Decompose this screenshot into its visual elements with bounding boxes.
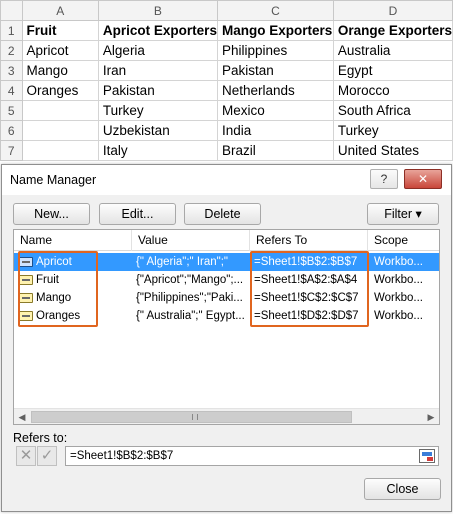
name-cell: Oranges bbox=[36, 310, 81, 322]
row-header-2[interactable]: 2 bbox=[0, 40, 23, 61]
scrollbar-thumb[interactable] bbox=[31, 411, 352, 423]
cell-a2[interactable]: Apricot bbox=[21, 40, 99, 61]
cell-b1[interactable]: Apricot Exporters bbox=[97, 20, 218, 41]
collapse-dialog-icon[interactable] bbox=[419, 449, 435, 463]
dialog-titlebar[interactable]: Name Manager ? ✕ bbox=[2, 165, 451, 195]
row-header-3[interactable]: 3 bbox=[0, 60, 23, 81]
cell-d5[interactable]: South Africa bbox=[332, 100, 453, 121]
column-name-header[interactable]: Name bbox=[14, 230, 132, 251]
column-header-b[interactable]: B bbox=[97, 0, 218, 21]
cell-a1[interactable]: Fruit bbox=[21, 20, 99, 41]
cell-c5[interactable]: Mexico bbox=[216, 100, 334, 121]
refers-to-label: Refers to: bbox=[13, 431, 68, 445]
refers-to-cell: =Sheet1!$B$2:$B$7 bbox=[254, 256, 358, 268]
cell-c3[interactable]: Pakistan bbox=[216, 60, 334, 81]
cell-a7[interactable] bbox=[21, 140, 99, 161]
cell-b4[interactable]: Pakistan bbox=[97, 80, 218, 101]
cell-c1[interactable]: Mango Exporters bbox=[216, 20, 334, 41]
name-manager-dialog: Name Manager ? ✕ New... Edit... Delete F… bbox=[1, 164, 452, 512]
worksheet-grid: A B C D 1 Fruit Apricot Exporters Mango … bbox=[0, 0, 453, 161]
refers-to-input[interactable]: =Sheet1!$B$2:$B$7 bbox=[65, 446, 439, 466]
name-cell: Apricot bbox=[36, 256, 72, 268]
column-header-a[interactable]: A bbox=[21, 0, 99, 21]
cell-b5[interactable]: Turkey bbox=[97, 100, 218, 121]
select-all-corner[interactable] bbox=[0, 0, 23, 21]
cell-d6[interactable]: Turkey bbox=[332, 120, 453, 141]
scope-cell: Workbo... bbox=[374, 310, 423, 322]
cell-d4[interactable]: Morocco bbox=[332, 80, 453, 101]
close-button[interactable]: Close bbox=[364, 478, 441, 500]
scope-cell: Workbo... bbox=[374, 256, 423, 268]
cell-b3[interactable]: Iran bbox=[97, 60, 218, 81]
refers-to-cell: =Sheet1!$A$2:$A$4 bbox=[254, 274, 358, 286]
scope-cell: Workbo... bbox=[374, 292, 423, 304]
cancel-icon[interactable]: ✕ bbox=[16, 446, 36, 466]
cell-b7[interactable]: Italy bbox=[97, 140, 218, 161]
cell-a5[interactable] bbox=[21, 100, 99, 121]
refers-to-cell: =Sheet1!$D$2:$D$7 bbox=[254, 310, 359, 322]
name-cell: Fruit bbox=[36, 274, 59, 286]
cell-b6[interactable]: Uzbekistan bbox=[97, 120, 218, 141]
cell-d3[interactable]: Egypt bbox=[332, 60, 453, 81]
row-header-4[interactable]: 4 bbox=[0, 80, 23, 101]
row-header-5[interactable]: 5 bbox=[0, 100, 23, 121]
column-header-d[interactable]: D bbox=[332, 0, 453, 21]
delete-button[interactable]: Delete bbox=[184, 203, 261, 225]
cell-c4[interactable]: Netherlands bbox=[216, 80, 334, 101]
column-header-c[interactable]: C bbox=[216, 0, 334, 21]
cell-b2[interactable]: Algeria bbox=[97, 40, 218, 61]
value-cell: {"Apricot";"Mango";... bbox=[136, 274, 244, 286]
row-header-7[interactable]: 7 bbox=[0, 140, 23, 161]
scroll-right-arrow-icon[interactable]: ▶ bbox=[423, 409, 439, 425]
cell-d7[interactable]: United States bbox=[332, 140, 453, 161]
name-row-oranges[interactable]: Oranges {" Australia";" Egypt... =Sheet1… bbox=[14, 307, 439, 325]
scroll-left-arrow-icon[interactable]: ◀ bbox=[14, 409, 30, 425]
spreadsheet: A B C D 1 Fruit Apricot Exporters Mango … bbox=[0, 0, 453, 165]
cell-c2[interactable]: Philippines bbox=[216, 40, 334, 61]
checkmark-icon[interactable]: ✓ bbox=[37, 446, 57, 466]
scrollbar-grip-icon bbox=[192, 414, 198, 420]
column-refers-to-header[interactable]: Refers To bbox=[250, 230, 368, 251]
value-cell: {"Philippines";"Paki... bbox=[136, 292, 243, 304]
name-row-mango[interactable]: Mango {"Philippines";"Paki... =Sheet1!$C… bbox=[14, 289, 439, 307]
name-row-apricot[interactable]: Apricot {" Algeria";" Iran";" =Sheet1!$B… bbox=[14, 253, 439, 271]
value-cell: {" Algeria";" Iran";" bbox=[136, 256, 229, 268]
horizontal-scrollbar[interactable]: ◀ ▶ bbox=[14, 408, 439, 424]
list-header: Name Value Refers To Scope bbox=[14, 230, 439, 251]
refers-to-cell: =Sheet1!$C$2:$C$7 bbox=[254, 292, 359, 304]
row-header-6[interactable]: 6 bbox=[0, 120, 23, 141]
refers-to-value: =Sheet1!$B$2:$B$7 bbox=[70, 450, 174, 462]
cell-d1[interactable]: Orange Exporters bbox=[332, 20, 453, 41]
names-list[interactable]: Name Value Refers To Scope Apricot {" Al… bbox=[13, 229, 440, 425]
cell-c7[interactable]: Brazil bbox=[216, 140, 334, 161]
cell-a4[interactable]: Oranges bbox=[21, 80, 99, 101]
row-header-1[interactable]: 1 bbox=[0, 20, 23, 41]
dialog-title: Name Manager bbox=[10, 173, 97, 187]
named-range-icon bbox=[19, 311, 33, 321]
scope-cell: Workbo... bbox=[374, 274, 423, 286]
help-button[interactable]: ? bbox=[370, 169, 398, 189]
filter-button[interactable]: Filter ▾ bbox=[367, 203, 439, 225]
cell-a3[interactable]: Mango bbox=[21, 60, 99, 81]
cell-c6[interactable]: India bbox=[216, 120, 334, 141]
name-row-fruit[interactable]: Fruit {"Apricot";"Mango";... =Sheet1!$A$… bbox=[14, 271, 439, 289]
named-range-icon bbox=[19, 275, 33, 285]
name-cell: Mango bbox=[36, 292, 72, 304]
cell-a6[interactable] bbox=[21, 120, 99, 141]
column-value-header[interactable]: Value bbox=[132, 230, 250, 251]
named-range-icon bbox=[19, 257, 33, 267]
value-cell: {" Australia";" Egypt... bbox=[136, 310, 245, 322]
edit-button[interactable]: Edit... bbox=[99, 203, 176, 225]
cell-d2[interactable]: Australia bbox=[332, 40, 453, 61]
named-range-icon bbox=[19, 293, 33, 303]
new-button[interactable]: New... bbox=[13, 203, 90, 225]
close-window-button[interactable]: ✕ bbox=[404, 169, 442, 189]
column-scope-header[interactable]: Scope bbox=[368, 230, 439, 251]
